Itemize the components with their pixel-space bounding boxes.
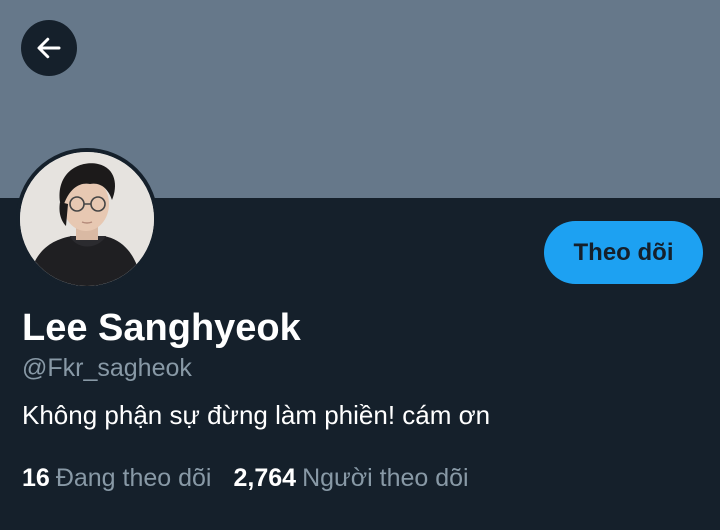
display-name: Lee Sanghyeok — [22, 307, 301, 349]
avatar[interactable] — [16, 148, 158, 290]
following-label: Đang theo dõi — [55, 464, 212, 492]
profile-stats: 16 Đang theo dõi 2,764 Người theo dõi — [22, 462, 469, 494]
profile-handle: @Fkr_sagheok — [22, 354, 192, 382]
follow-button[interactable]: Theo dõi — [544, 221, 703, 284]
followers-count: 2,764 — [233, 464, 297, 492]
back-button[interactable] — [21, 20, 77, 76]
followers-stat[interactable]: 2,764 Người theo dõi — [234, 462, 469, 494]
profile-bio: Không phận sự đừng làm phiền! cám ơn — [22, 400, 491, 430]
following-count: 16 — [22, 464, 50, 492]
followers-label: Người theo dõi — [302, 464, 469, 492]
following-stat[interactable]: 16 Đang theo dõi — [22, 462, 212, 494]
profile-photo — [20, 152, 154, 286]
profile-page: Theo dõi Lee Sanghyeok @Fkr_sagheok Khôn… — [0, 0, 720, 530]
arrow-left-icon — [37, 37, 61, 59]
